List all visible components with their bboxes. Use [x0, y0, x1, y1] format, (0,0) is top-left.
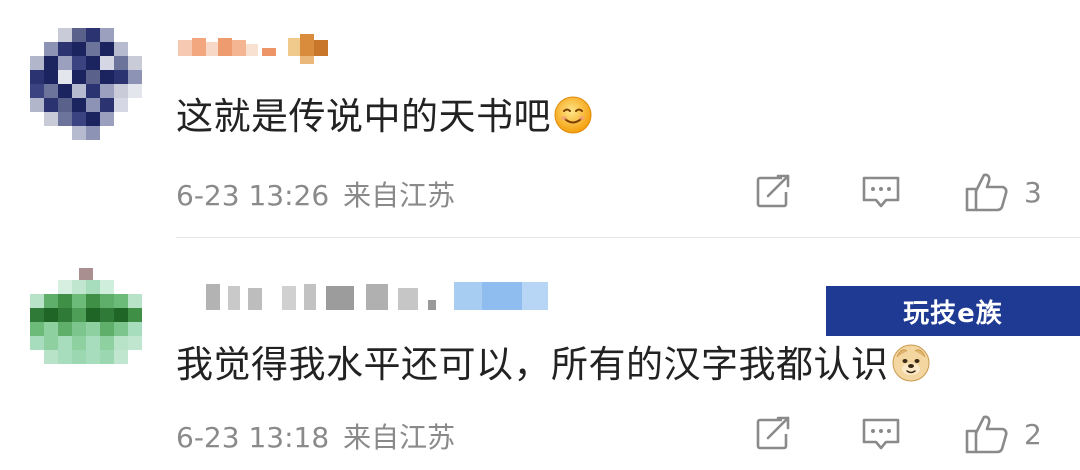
comment-location: 来自江苏	[343, 179, 456, 212]
like-count: 3	[1024, 175, 1042, 209]
repost-icon	[756, 174, 790, 208]
repost-button[interactable]	[752, 172, 792, 212]
comment-list: 这就是传说中的天书吧 6-23 13:26 来自江苏 3 我觉得我水平还可以，所…	[0, 0, 1080, 470]
comment-meta: 6-23 13:18 来自江苏	[176, 416, 455, 456]
comment-icon	[862, 176, 900, 208]
comment-icon	[862, 418, 900, 450]
comment-text-body: 这就是传说中的天书吧	[176, 95, 551, 138]
like-button[interactable]: 2	[964, 414, 1042, 454]
comment-text: 我觉得我水平还可以，所有的汉字我都认识	[176, 334, 931, 388]
like-count: 2	[1024, 417, 1042, 451]
like-button[interactable]: 3	[964, 172, 1042, 212]
thumbs-up-icon	[965, 173, 1008, 212]
comment-time: 6-23 13:18	[176, 421, 330, 454]
doge-emoji-icon	[891, 343, 931, 383]
comment-meta: 6-23 13:26 来自江苏	[176, 174, 455, 214]
avatar[interactable]	[30, 28, 142, 140]
comment-button[interactable]	[860, 172, 902, 212]
comment-item: 这就是传说中的天书吧 6-23 13:26 来自江苏 3	[0, 0, 1080, 238]
watermark-banner: 玩技e族	[826, 286, 1080, 336]
comment-item: 我觉得我水平还可以，所有的汉字我都认识 6-23 13:18 来自江苏 2	[0, 238, 1080, 470]
comment-location: 来自江苏	[343, 421, 456, 454]
repost-button[interactable]	[752, 414, 792, 454]
comment-text: 这就是传说中的天书吧	[176, 86, 593, 140]
smile-emoji-icon	[553, 95, 593, 135]
avatar[interactable]	[30, 268, 142, 380]
comment-button[interactable]	[860, 414, 902, 454]
username-blurred[interactable]	[176, 278, 596, 318]
comment-text-body: 我觉得我水平还可以，所有的汉字我都认识	[176, 343, 889, 386]
username-blurred[interactable]	[176, 32, 346, 72]
repost-icon	[756, 416, 790, 450]
thumbs-up-icon	[965, 415, 1008, 454]
comment-time: 6-23 13:26	[176, 179, 330, 212]
